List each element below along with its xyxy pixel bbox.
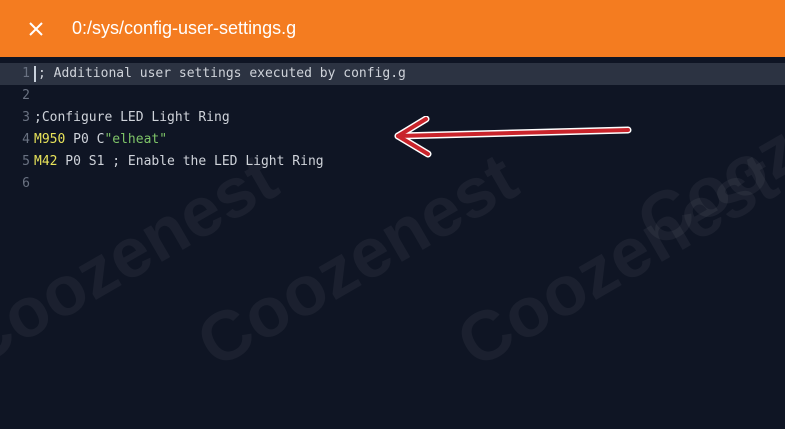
line-number: 6: [22, 176, 30, 191]
line-number: 2: [22, 88, 30, 103]
code-line[interactable]: 1 ; Additional user settings executed by …: [0, 63, 785, 85]
line-number: 5: [22, 154, 30, 169]
code-text: ;Configure LED Light Ring: [34, 110, 230, 125]
code-text: ; Additional user settings executed by c…: [38, 66, 406, 81]
line-number: 4: [22, 132, 30, 147]
close-icon: [29, 21, 43, 36]
code-text: P0 S1 ; Enable the LED Light Ring: [57, 154, 324, 169]
close-button[interactable]: [24, 17, 48, 41]
gcode-command: M42: [34, 154, 58, 169]
line-number: 3: [22, 110, 30, 125]
string-literal: "elheat": [104, 132, 168, 147]
annotation-arrow: [394, 116, 632, 158]
code-line[interactable]: 2: [0, 85, 785, 107]
code-line[interactable]: 6: [0, 173, 785, 195]
gcode-command: M950: [34, 132, 66, 147]
text-cursor: [34, 65, 36, 82]
line-number: 1: [22, 66, 30, 81]
code-text: P0 C: [65, 132, 105, 147]
file-path-title: 0:/sys/config-user-settings.g: [72, 18, 297, 38]
title-bar: 0:/sys/config-user-settings.g: [0, 0, 785, 57]
